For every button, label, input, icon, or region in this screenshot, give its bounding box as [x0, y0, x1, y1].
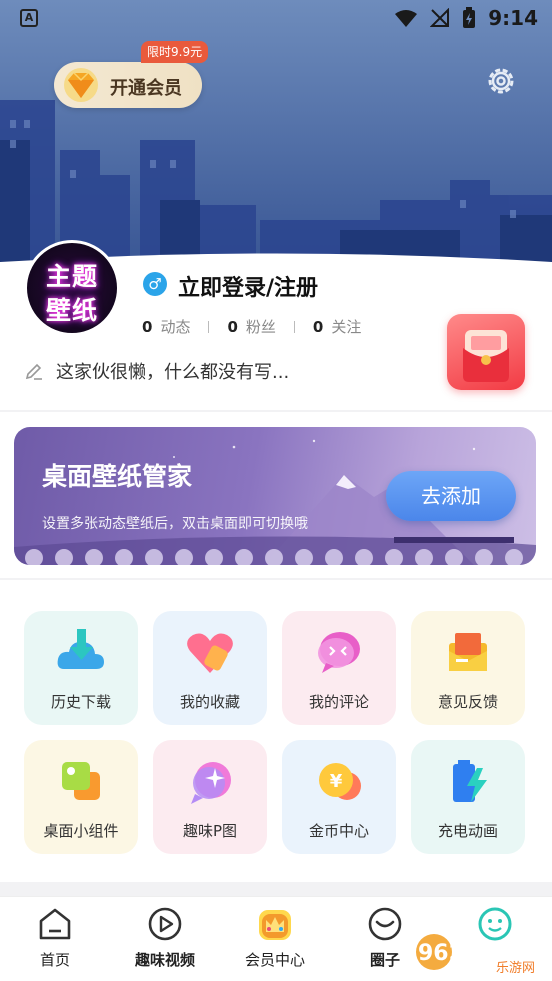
crown-icon [259, 910, 291, 940]
history-downloads-tile[interactable]: 历史下载 [24, 611, 138, 725]
stat-posts-count: 0 [142, 318, 153, 336]
diamond-icon [64, 68, 98, 102]
tab-fun-videos[interactable]: 趣味视频 [110, 897, 220, 981]
open-vip-button[interactable]: 开通会员 [54, 62, 202, 108]
stat-following-count: 0 [312, 318, 324, 336]
edit-pencil-icon [25, 363, 42, 380]
wifi-icon [395, 10, 418, 27]
divider [208, 320, 210, 333]
site-watermark-logo: 962.NET 乐游网 [416, 934, 535, 974]
tab-vip-center[interactable]: 会员中心 [220, 897, 330, 981]
wallpaper-card-description: 设置多张动态壁纸后，双击桌面即可切换哦 [42, 516, 308, 532]
battery-charge-icon [453, 760, 487, 802]
cloud-download-icon [57, 629, 104, 669]
stat-posts-label: 动态 [160, 318, 191, 336]
red-envelope-button[interactable] [447, 314, 525, 390]
red-envelope-icon [463, 330, 509, 382]
widget-icon [62, 762, 100, 800]
tab-home[interactable]: 首页 [0, 897, 110, 981]
add-wallpaper-button[interactable]: 去添加 [386, 471, 516, 521]
feedback-tile[interactable]: 意见反馈 [411, 611, 525, 725]
bio-text: 这家伙很懒，什么都没有写... [56, 362, 290, 383]
avatar-text-line1: 主题 [45, 262, 98, 291]
status-icons: 9:14 [394, 6, 538, 30]
stat-posts[interactable]: 0 动态 [142, 316, 190, 337]
tab-home-label: 首页 [39, 951, 70, 969]
heart-icon [187, 633, 233, 673]
profile-page: A 9:14 开通会员 限时9.9元 主题 壁纸 ♂ 立即登录/注册 0 动态 … [0, 0, 552, 981]
tile-label: 充电动画 [437, 822, 498, 840]
open-vip-label: 开通会员 [110, 78, 182, 99]
coin-center-tile[interactable]: ¥ 金币中心 [282, 740, 396, 854]
wallpaper-card-title: 桌面壁纸管家 [42, 462, 193, 491]
desktop-widget-tile[interactable]: 桌面小组件 [24, 740, 138, 854]
male-gender-icon: ♂ [143, 272, 167, 296]
play-circle-icon [148, 907, 182, 941]
settings-gear-icon[interactable] [484, 64, 518, 98]
tile-label: 意见反馈 [437, 693, 498, 711]
stat-following-label: 关注 [331, 318, 362, 336]
tab-vip-center-label: 会员中心 [244, 951, 305, 969]
divider [293, 320, 295, 333]
my-comments-tile[interactable]: 我的评论 [282, 611, 396, 725]
tile-label: 桌面小组件 [43, 822, 119, 840]
tile-label: 趣味P图 [182, 822, 238, 840]
login-register-link[interactable]: 立即登录/注册 [178, 270, 318, 302]
charging-animation-tile[interactable]: 充电动画 [411, 740, 525, 854]
sparkle-bubble-icon [191, 762, 231, 804]
night-city-illustration [0, 0, 552, 262]
wallpaper-manager-card[interactable]: 桌面壁纸管家 设置多张动态壁纸后，双击桌面即可切换哦 去添加 [14, 427, 536, 565]
my-favorites-tile[interactable]: 我的收藏 [153, 611, 267, 725]
tile-label: 我的评论 [308, 693, 369, 711]
header-banner: A 9:14 开通会员 限时9.9元 [0, 0, 552, 262]
stat-followers-label: 粉丝 [245, 318, 276, 336]
smile-circle-icon [368, 907, 402, 941]
tile-label: 金币中心 [308, 822, 369, 840]
stat-following[interactable]: 0 关注 [313, 316, 361, 337]
tab-fun-videos-label: 趣味视频 [134, 951, 195, 969]
status-bar: A 9:14 [0, 0, 552, 38]
tile-label: 历史下载 [50, 693, 111, 711]
home-icon [39, 908, 71, 940]
bio-row[interactable]: 这家伙很懒，什么都没有写... [24, 358, 289, 384]
fun-photo-edit-tile[interactable]: 趣味P图 [153, 740, 267, 854]
vip-promo-badge: 限时9.9元 [141, 41, 209, 63]
envelope-icon [449, 633, 487, 671]
coin-icon: ¥ [319, 763, 361, 800]
watermark-sub: 乐游网 [496, 961, 535, 974]
app-notification-icon: A [20, 9, 38, 27]
profile-stats: 0 动态 0 粉丝 0 关注 [142, 316, 361, 337]
chat-bubble-icon [318, 632, 360, 673]
stat-followers-count: 0 [227, 318, 238, 336]
avatar-text-line2: 壁纸 [45, 296, 98, 325]
battery-icon [463, 7, 476, 28]
svg-text:¥: ¥ [330, 771, 343, 792]
clock: 9:14 [488, 6, 538, 30]
tile-label: 我的收藏 [179, 693, 240, 711]
avatar[interactable]: 主题 壁纸 [24, 240, 120, 336]
stat-followers[interactable]: 0 粉丝 [227, 316, 275, 337]
no-signal-icon [430, 8, 450, 27]
